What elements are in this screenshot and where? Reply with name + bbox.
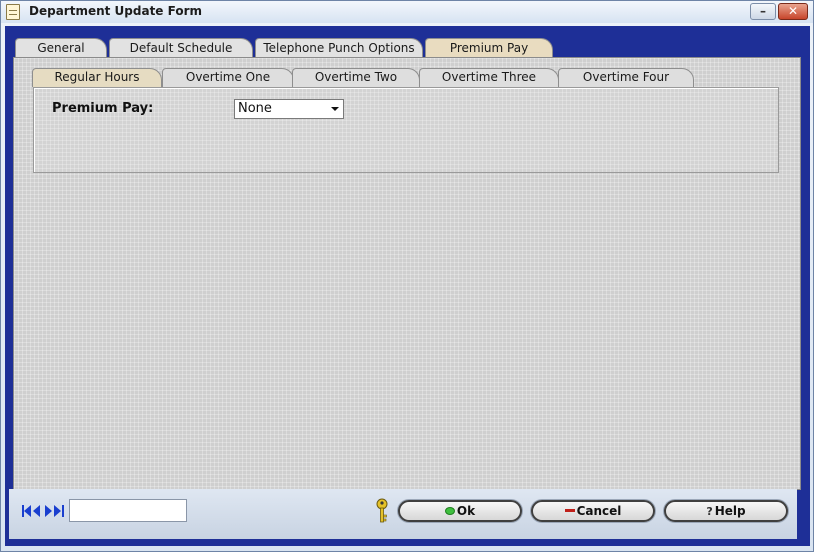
- tab-general[interactable]: General: [15, 38, 107, 58]
- ok-label: Ok: [456, 504, 476, 518]
- cancel-label: Cancel: [576, 504, 622, 518]
- subtab-overtime-two[interactable]: Overtime Two: [292, 68, 420, 87]
- dropdown-arrow-icon[interactable]: [331, 107, 339, 111]
- tab-telephone-punch-options[interactable]: Telephone Punch Options: [255, 38, 423, 58]
- close-button[interactable]: ✕: [778, 3, 808, 20]
- subtab-regular-hours[interactable]: Regular Hours: [32, 68, 162, 87]
- record-number-input[interactable]: [69, 499, 187, 522]
- window-title: Department Update Form: [29, 4, 202, 18]
- regular-hours-section: [33, 87, 779, 173]
- cancel-button[interactable]: Cancel: [531, 500, 655, 522]
- help-label: Help: [714, 504, 746, 518]
- subtab-overtime-three[interactable]: Overtime Three: [419, 68, 559, 87]
- form-document-icon: [6, 4, 20, 20]
- premium-pay-label: Premium Pay:: [52, 101, 154, 116]
- premium-pay-selected-value: None: [238, 101, 272, 116]
- subtab-overtime-four[interactable]: Overtime Four: [558, 68, 694, 87]
- premium-pay-select[interactable]: None: [234, 99, 344, 119]
- ok-button[interactable]: Ok: [398, 500, 522, 522]
- ok-icon: [444, 506, 455, 515]
- tab-premium-pay[interactable]: Premium Pay: [425, 38, 553, 58]
- record-navigation-icons[interactable]: [21, 504, 65, 518]
- subtab-overtime-one[interactable]: Overtime One: [162, 68, 294, 87]
- department-update-window: Department Update Form – ✕ General Defau…: [0, 0, 814, 552]
- record-navigation[interactable]: [21, 504, 65, 518]
- tab-default-schedule[interactable]: Default Schedule: [109, 38, 253, 58]
- help-icon: ?: [706, 504, 713, 518]
- minimize-button[interactable]: –: [750, 3, 776, 20]
- key-icon: [376, 498, 388, 523]
- cancel-icon: [564, 509, 575, 512]
- help-button[interactable]: ? Help: [664, 500, 788, 522]
- title-bar[interactable]: Department Update Form – ✕: [1, 1, 813, 23]
